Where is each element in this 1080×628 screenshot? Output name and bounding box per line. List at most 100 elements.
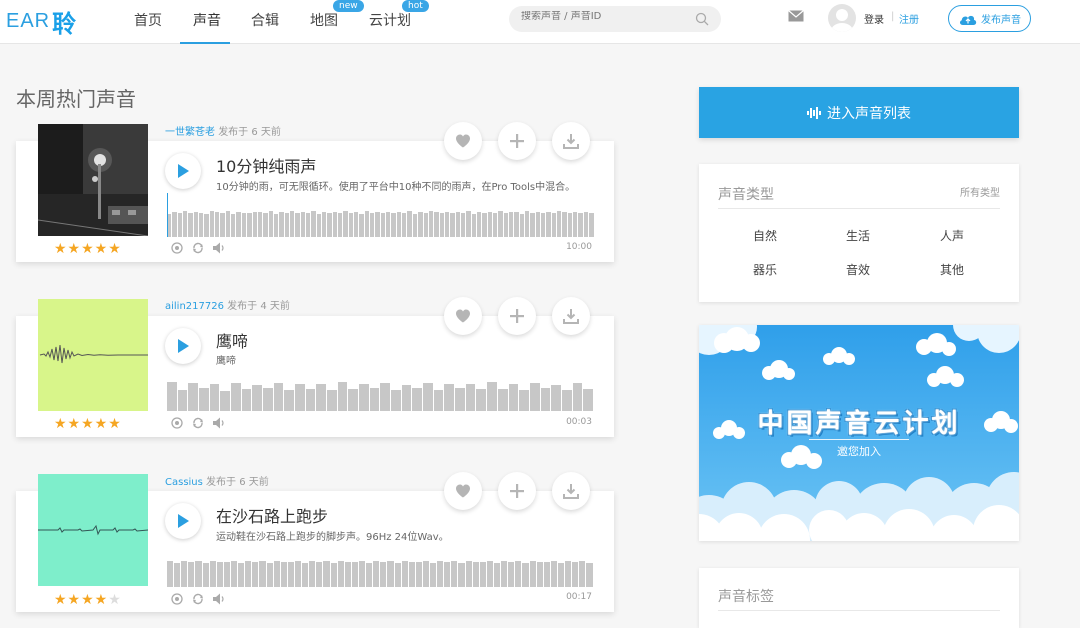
waveform-bar (348, 389, 359, 411)
waveform-bar (589, 213, 594, 237)
rating-stars: ★★★★★ (54, 241, 122, 257)
search-icon[interactable] (695, 12, 709, 26)
waveform[interactable] (167, 557, 593, 587)
waveform-bar (343, 211, 348, 237)
waveform-bar (358, 561, 366, 587)
waveform-bar (530, 213, 535, 237)
all-types-link[interactable]: 所有类型 (960, 184, 1000, 199)
waveform-bar (450, 213, 455, 237)
volume-icon[interactable] (213, 593, 227, 605)
sound-title[interactable]: 鹰啼 (216, 328, 248, 352)
publish-label: 发布声音 (981, 15, 1021, 26)
sound-title[interactable]: 在沙石路上跑步 (216, 503, 328, 527)
loop-icon[interactable] (171, 593, 183, 605)
nav-sounds[interactable]: 声音 (193, 10, 221, 30)
waveform-bar (295, 384, 305, 411)
enter-sound-list-button[interactable]: 进入声音列表 (699, 87, 1019, 138)
waveform-bar (257, 212, 263, 237)
play-button[interactable] (165, 328, 201, 364)
waveform-bar (348, 213, 354, 237)
volume-icon[interactable] (213, 242, 227, 254)
publish-prefix: 发布于 (227, 301, 258, 312)
type-instrument[interactable]: 器乐 (753, 261, 777, 278)
like-button[interactable] (444, 297, 482, 335)
banner-subtitle: 邀您加入 (837, 445, 881, 458)
waveform-bar (380, 562, 387, 587)
download-button[interactable] (552, 122, 590, 160)
sound-thumbnail-running[interactable] (38, 474, 149, 586)
play-button[interactable] (165, 153, 201, 189)
like-button[interactable] (444, 122, 482, 160)
repeat-icon[interactable] (192, 417, 204, 429)
waveform-bar (366, 563, 373, 587)
waveform-bar (451, 561, 458, 587)
waveform-bar (471, 214, 476, 237)
waveform-bar (359, 384, 369, 411)
waveform-bar (583, 212, 589, 237)
avatar[interactable] (828, 4, 856, 32)
waveform-bar (188, 213, 193, 237)
type-effects[interactable]: 音效 (846, 261, 870, 278)
add-button[interactable] (498, 297, 536, 335)
register-link[interactable]: 注册 (899, 11, 919, 26)
publish-prefix: 发布于 (218, 127, 249, 138)
sound-thumbnail-rain[interactable] (38, 124, 148, 236)
waveform-bar (230, 561, 238, 587)
loop-icon[interactable] (171, 417, 183, 429)
plus-icon (510, 309, 524, 323)
waveform-bar (476, 389, 487, 411)
waveform-bar (428, 211, 434, 237)
publish-sound-button[interactable]: 发布声音 (948, 5, 1031, 32)
waveform-bar (486, 561, 494, 587)
nav-home[interactable]: 首页 (134, 10, 162, 30)
volume-icon[interactable] (213, 417, 227, 429)
waveform[interactable] (167, 381, 593, 411)
like-button[interactable] (444, 472, 482, 510)
download-button[interactable] (552, 472, 590, 510)
type-life[interactable]: 生活 (846, 227, 870, 244)
author-name[interactable]: Cassius (165, 477, 203, 488)
type-other[interactable]: 其他 (940, 261, 964, 278)
waveform-bar (386, 212, 391, 237)
waveform-bar (316, 214, 321, 237)
nav-map[interactable]: 地图 (310, 10, 338, 30)
waveform-bar (422, 561, 430, 587)
waveform-bar (387, 561, 394, 587)
type-voice[interactable]: 人声 (940, 227, 964, 244)
play-icon (178, 164, 189, 178)
waveform-bar (439, 213, 444, 237)
login-link[interactable]: 登录 (864, 11, 884, 26)
mail-icon[interactable] (788, 10, 804, 22)
playhead[interactable] (167, 193, 168, 237)
download-button[interactable] (552, 297, 590, 335)
type-nature[interactable]: 自然 (753, 227, 777, 244)
author-name[interactable]: 一世繁苍老 (165, 127, 215, 138)
nav-collections[interactable]: 合辑 (251, 10, 279, 30)
waveform-bar (259, 561, 266, 587)
nav-cloud-plan[interactable]: 云计划 (369, 10, 411, 30)
loop-icon[interactable] (171, 242, 183, 254)
waveform[interactable] (167, 207, 594, 237)
search-input[interactable] (521, 11, 691, 22)
author-name[interactable]: ailin217726 (165, 301, 224, 312)
waveform-bar (284, 390, 295, 411)
repeat-icon[interactable] (192, 242, 204, 254)
waveform-bar (183, 211, 188, 237)
cloud-upload-icon (959, 15, 977, 25)
sound-title[interactable]: 10分钟纯雨声 (216, 153, 316, 177)
logo[interactable]: EAR 聆 (6, 6, 76, 38)
publish-time: 4 天前 (260, 301, 290, 312)
divider (718, 208, 1000, 209)
repeat-icon[interactable] (192, 593, 204, 605)
waveform-bar (418, 212, 423, 237)
add-button[interactable] (498, 472, 536, 510)
waveform-bar (373, 561, 380, 587)
waveform-bar (515, 561, 522, 587)
waveform-bar (408, 562, 415, 587)
play-button[interactable] (165, 503, 201, 539)
waveform-bar (557, 211, 562, 237)
cloud-plan-banner[interactable]: 中国声音云计划 邀您加入 (699, 325, 1019, 541)
add-button[interactable] (498, 122, 536, 160)
sound-duration: 00:17 (566, 592, 592, 602)
sound-thumbnail-eagle[interactable] (38, 299, 148, 411)
